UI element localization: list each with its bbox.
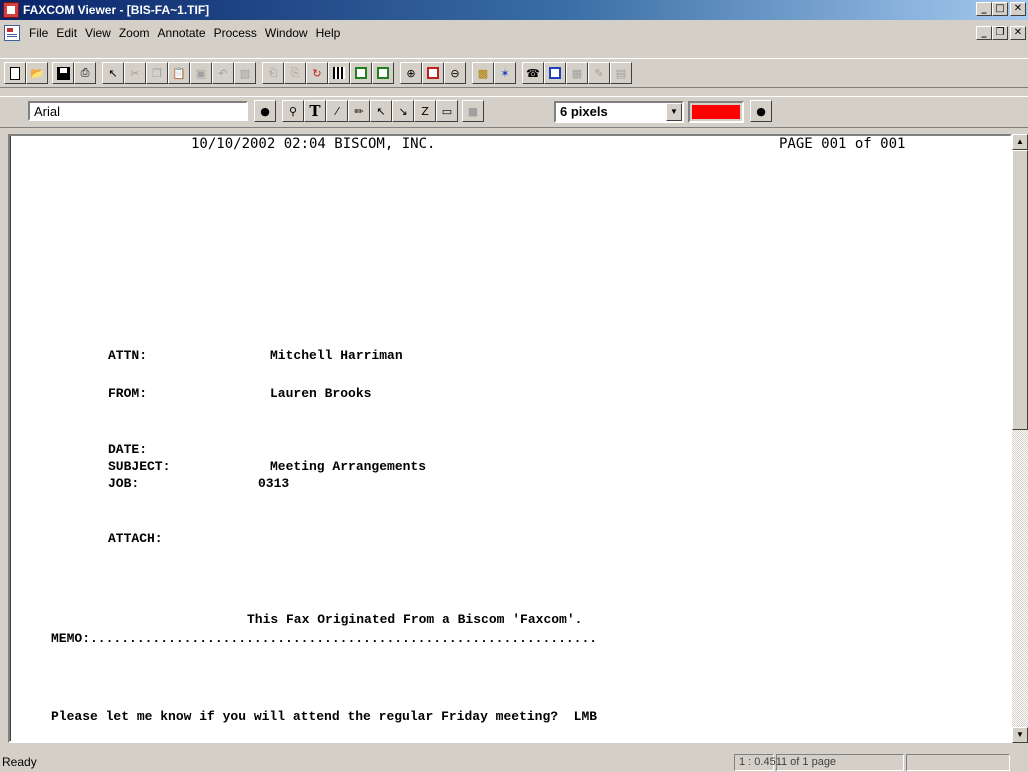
menu-annotate[interactable]: Annotate [154, 26, 210, 40]
polyline-tool-icon[interactable]: Z [414, 100, 436, 122]
stamp-icon[interactable]: ⚲ [282, 100, 304, 122]
pen-tool-icon[interactable]: ✏ [348, 100, 370, 122]
open-folder-icon[interactable]: 📂 [26, 62, 48, 84]
window-title: FAXCOM Viewer - [BIS-FA~1.TIF] [23, 3, 210, 17]
maximize-button[interactable]: □ [992, 2, 1008, 16]
copy-icon[interactable]: ❐ [146, 62, 168, 84]
thumbnails-icon[interactable] [328, 62, 350, 84]
page-count: 1 of 1 page [776, 754, 904, 771]
menu-bar: File Edit View Zoom Annotate Process Win… [0, 22, 1028, 44]
menu-view[interactable]: View [81, 26, 115, 40]
document-window-controls: _ ❐ ✕ [976, 26, 1026, 40]
from-label: FROM: [108, 386, 148, 401]
menu-file[interactable]: File [25, 26, 52, 40]
color-options-icon[interactable]: ● [750, 100, 772, 122]
app-icon[interactable] [3, 2, 19, 18]
menu-help[interactable]: Help [312, 26, 345, 40]
paste-special-icon[interactable]: ▣ [190, 62, 212, 84]
route-icon[interactable]: ✎ [588, 62, 610, 84]
close-button[interactable]: ✕ [1010, 2, 1026, 16]
print-all-icon[interactable]: ⎘ [284, 62, 306, 84]
arrow-reverse-tool-icon[interactable]: ↘ [392, 100, 414, 122]
job-value: 0313 [258, 476, 290, 491]
status-bar: Ready 1 : 0.451 1 of 1 page [0, 752, 1028, 772]
subject-value: Meeting Arrangements [270, 459, 427, 474]
scroll-up-icon[interactable]: ▲ [1012, 134, 1028, 150]
enhance-icon[interactable]: ▩ [472, 62, 494, 84]
title-bar: FAXCOM Viewer - [BIS-FA~1.TIF] _ □ ✕ [0, 0, 1028, 20]
attn-value: Mitchell Harriman [270, 348, 403, 363]
previous-page-icon[interactable] [350, 62, 372, 84]
menu-zoom[interactable]: Zoom [115, 26, 154, 40]
arrow-tool-icon[interactable]: ↖ [370, 100, 392, 122]
attn-label: ATTN: [108, 348, 148, 363]
menu-process[interactable]: Process [210, 26, 261, 40]
font-name-value: Arial [34, 104, 61, 119]
document-icon[interactable] [4, 25, 20, 41]
job-label: JOB: [108, 476, 140, 491]
properties-icon[interactable]: ▤ [610, 62, 632, 84]
doc-close-button[interactable]: ✕ [1010, 26, 1026, 40]
save-disk-icon[interactable] [52, 62, 74, 84]
scroll-down-icon[interactable]: ▼ [1012, 727, 1028, 743]
status-panel-empty [906, 754, 1010, 771]
paste-icon[interactable]: 📋 [168, 62, 190, 84]
line-width-value: 6 pixels [560, 104, 608, 119]
status-text: Ready [2, 755, 37, 769]
memo-line: MEMO:...................................… [51, 631, 598, 646]
date-label: DATE: [108, 442, 148, 457]
next-page-icon[interactable] [372, 62, 394, 84]
rotate-icon[interactable]: ↻ [306, 62, 328, 84]
despeckle-icon[interactable]: ✶ [494, 62, 516, 84]
print-page-icon[interactable]: ⎗ [262, 62, 284, 84]
attach-label: ATTACH: [108, 531, 163, 546]
red-color-swatch [692, 105, 740, 119]
document-view[interactable]: 10/10/2002 02:04 BISCOM, INC. PAGE 001 o… [8, 134, 1012, 743]
line-tool-icon[interactable]: ⁄ [326, 100, 348, 122]
send-fax-icon[interactable]: ☎ [522, 62, 544, 84]
cover-page-icon[interactable] [544, 62, 566, 84]
zoom-ratio: 1 : 0.451 [734, 754, 782, 771]
zoom-in-icon[interactable]: ⊕ [400, 62, 422, 84]
fax-page: 10/10/2002 02:04 BISCOM, INC. PAGE 001 o… [10, 136, 1010, 741]
window-controls: _ □ ✕ [976, 2, 1026, 16]
chevron-down-icon[interactable]: ▼ [666, 103, 682, 121]
text-tool-icon[interactable]: T [304, 100, 326, 122]
menu-window[interactable]: Window [261, 26, 312, 40]
doc-minimize-button[interactable]: _ [976, 26, 992, 40]
scroll-thumb[interactable] [1012, 150, 1028, 430]
subject-label: SUBJECT: [108, 459, 171, 474]
zoom-fit-icon[interactable] [422, 62, 444, 84]
cut-icon[interactable]: ✂ [124, 62, 146, 84]
minimize-button[interactable]: _ [976, 2, 992, 16]
memo-message: Please let me know if you will attend th… [51, 709, 598, 724]
font-options-icon[interactable]: ● [254, 100, 276, 122]
vertical-scrollbar[interactable]: ▲ ▼ [1012, 134, 1028, 743]
fax-header-date: 10/10/2002 02:04 BISCOM, INC. [191, 136, 436, 152]
select-area-icon[interactable]: ▨ [234, 62, 256, 84]
doc-restore-button[interactable]: ❐ [992, 26, 1008, 40]
attach-icon[interactable]: ▦ [566, 62, 588, 84]
pointer-select-icon[interactable]: ↖ [102, 62, 124, 84]
print-icon[interactable]: ⎙ [74, 62, 96, 84]
filled-rectangle-tool-icon[interactable]: ■ [462, 100, 484, 122]
main-toolbar: 📂 ⎙ ↖ ✂ ❐ 📋 ▣ ↶ ▨ ⎗ ⎘ ↻ ⊕ ⊖ ▩ ✶ ☎ ▦ ✎ ▤ [0, 58, 1028, 88]
color-picker[interactable] [688, 101, 744, 123]
fax-header-page: PAGE 001 of 001 [779, 136, 906, 152]
font-name-field[interactable]: Arial [28, 101, 248, 121]
rectangle-tool-icon[interactable]: ▭ [436, 100, 458, 122]
menu-edit[interactable]: Edit [52, 26, 81, 40]
undo-icon[interactable]: ↶ [212, 62, 234, 84]
line-width-select[interactable]: 6 pixels ▼ [554, 101, 684, 123]
origin-note: This Fax Originated From a Biscom 'Faxco… [247, 612, 583, 627]
from-value: Lauren Brooks [270, 386, 372, 401]
new-document-icon[interactable] [4, 62, 26, 84]
zoom-out-icon[interactable]: ⊖ [444, 62, 466, 84]
annotation-toolbar: Arial ● ⚲ T ⁄ ✏ ↖ ↘ Z ▭ ■ 6 pixels ▼ ● [0, 96, 1028, 128]
